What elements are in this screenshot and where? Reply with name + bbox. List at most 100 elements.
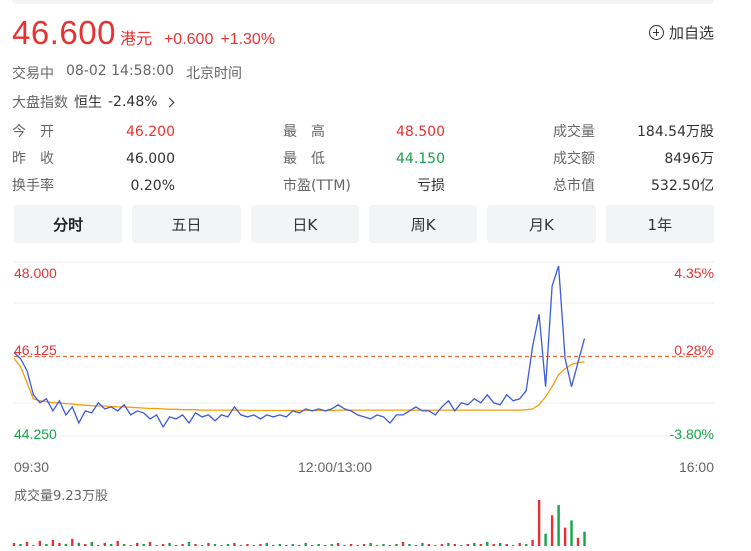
tab-monthly-k[interactable]: 月K <box>487 205 596 243</box>
intraday-chart[interactable]: 48.000 46.125 44.250 4.35% 0.28% -3.80% … <box>0 258 751 551</box>
tab-weekly-k[interactable]: 周K <box>368 205 478 243</box>
volume-label: 成交量9.23万股 <box>14 488 108 504</box>
trading-status: 交易中 08-02 14:58:00 北京时间 <box>12 63 242 83</box>
volume-bar <box>19 544 22 546</box>
volume-bar <box>213 544 217 546</box>
chart-period-tabs: 分时 五日 日K 周K 月K 1年 <box>14 205 714 243</box>
volume-bar <box>168 542 171 546</box>
market-index-value: -2.48% <box>108 94 158 110</box>
volume-bar <box>129 545 132 546</box>
stat-prev-close: 昨 收 46.000 <box>12 151 175 167</box>
volume-bar <box>233 542 236 546</box>
chevron-right-icon <box>164 97 174 107</box>
volume-bar <box>479 544 482 546</box>
stat-turnover: 成交额 8496万 <box>553 151 714 167</box>
volume-bar <box>32 545 35 546</box>
volume-bar <box>447 542 450 546</box>
volume-bar <box>187 541 191 546</box>
stat-pe-ttm: 市盈(TTM) 亏损 <box>283 178 445 194</box>
volume-bar <box>278 544 281 546</box>
volume-bar <box>563 527 567 546</box>
volume-bar <box>518 542 521 546</box>
pct-tick-label: -3.80% <box>670 426 714 442</box>
tab-intraday[interactable]: 分时 <box>14 205 123 243</box>
add-watchlist-label: 加自选 <box>668 24 714 42</box>
volume-bar <box>388 545 392 546</box>
volume-bar <box>161 544 165 546</box>
price-change-pct: +1.30% <box>220 31 276 48</box>
trading-timezone: 北京时间 <box>186 66 243 82</box>
volume-bar <box>181 544 184 546</box>
volume-bar <box>583 531 586 546</box>
volume-bar <box>38 540 42 546</box>
tab-5day[interactable]: 五日 <box>132 205 241 243</box>
market-index-name: 恒生 <box>74 95 102 111</box>
volume-bar <box>466 544 469 546</box>
volume-bar <box>116 540 119 546</box>
volume-bar <box>356 545 359 546</box>
volume-bar <box>90 541 93 546</box>
volume-bar <box>440 544 444 546</box>
volume-bar <box>375 545 379 546</box>
volume-bar <box>557 505 560 546</box>
volume-bar <box>349 544 353 546</box>
volume-bar <box>58 542 61 546</box>
volume-bar <box>421 542 424 546</box>
volume-bar <box>174 545 178 546</box>
volume-bar <box>194 544 197 546</box>
volume-bar <box>220 545 223 546</box>
volume-bar <box>71 538 74 546</box>
volume-bar <box>460 545 463 546</box>
volume-bar <box>226 544 230 546</box>
x-tick-label: 09:30 <box>14 459 49 475</box>
y-tick-label: 48.000 <box>14 265 57 281</box>
volume-bar <box>239 545 243 546</box>
market-index-label: 大盘指数 <box>12 95 68 111</box>
volume-bar <box>492 544 495 546</box>
volume-bar <box>265 542 268 546</box>
add-watchlist-button[interactable]: 加自选 <box>648 22 714 43</box>
volume-bar <box>285 545 288 546</box>
volume-bars <box>12 500 586 546</box>
volume-bar <box>45 544 48 546</box>
volume-bar <box>343 545 346 546</box>
volume-bar <box>25 541 29 546</box>
volume-bar <box>531 539 534 546</box>
volume-bar <box>298 545 301 546</box>
volume-bar <box>395 544 398 546</box>
volume-bar <box>382 544 385 546</box>
price-change: +0.600 <box>163 31 214 48</box>
volume-bar <box>200 545 204 546</box>
volume-bar <box>97 545 100 546</box>
tab-1year[interactable]: 1年 <box>605 205 714 243</box>
stat-open: 今 开 46.200 <box>12 124 175 140</box>
volume-bar <box>207 542 210 546</box>
x-tick-label: 12:00/13:00 <box>298 459 372 475</box>
tab-daily-k[interactable]: 日K <box>250 205 359 243</box>
volume-bar <box>576 537 580 546</box>
volume-bar <box>408 544 411 546</box>
market-index-link[interactable]: 大盘指数 恒生 -2.48% <box>12 92 174 112</box>
volume-bar <box>570 520 573 546</box>
volume-bar <box>369 542 372 546</box>
y-tick-label: 44.250 <box>14 426 57 442</box>
y-tick-label: 46.125 <box>14 342 57 358</box>
volume-bar <box>123 544 126 546</box>
top-bar <box>12 0 714 4</box>
volume-bar <box>103 542 106 546</box>
stat-market-cap: 总市值 532.50亿 <box>553 178 714 194</box>
volume-bar <box>317 544 320 546</box>
volume-bar <box>427 544 431 546</box>
volume-bar <box>110 544 113 546</box>
trading-datetime: 08-02 14:58:00 <box>66 63 175 79</box>
pct-tick-label: 4.35% <box>674 265 714 281</box>
volume-bar <box>512 545 515 546</box>
stat-high: 最 高 48.500 <box>283 124 445 140</box>
volume-bar <box>77 542 80 546</box>
volume-bar <box>51 539 55 546</box>
volume-bar <box>64 544 68 546</box>
volume-bar <box>453 544 456 546</box>
volume-bar <box>272 545 275 546</box>
volume-bar <box>148 541 152 546</box>
volume-bar <box>252 545 256 546</box>
